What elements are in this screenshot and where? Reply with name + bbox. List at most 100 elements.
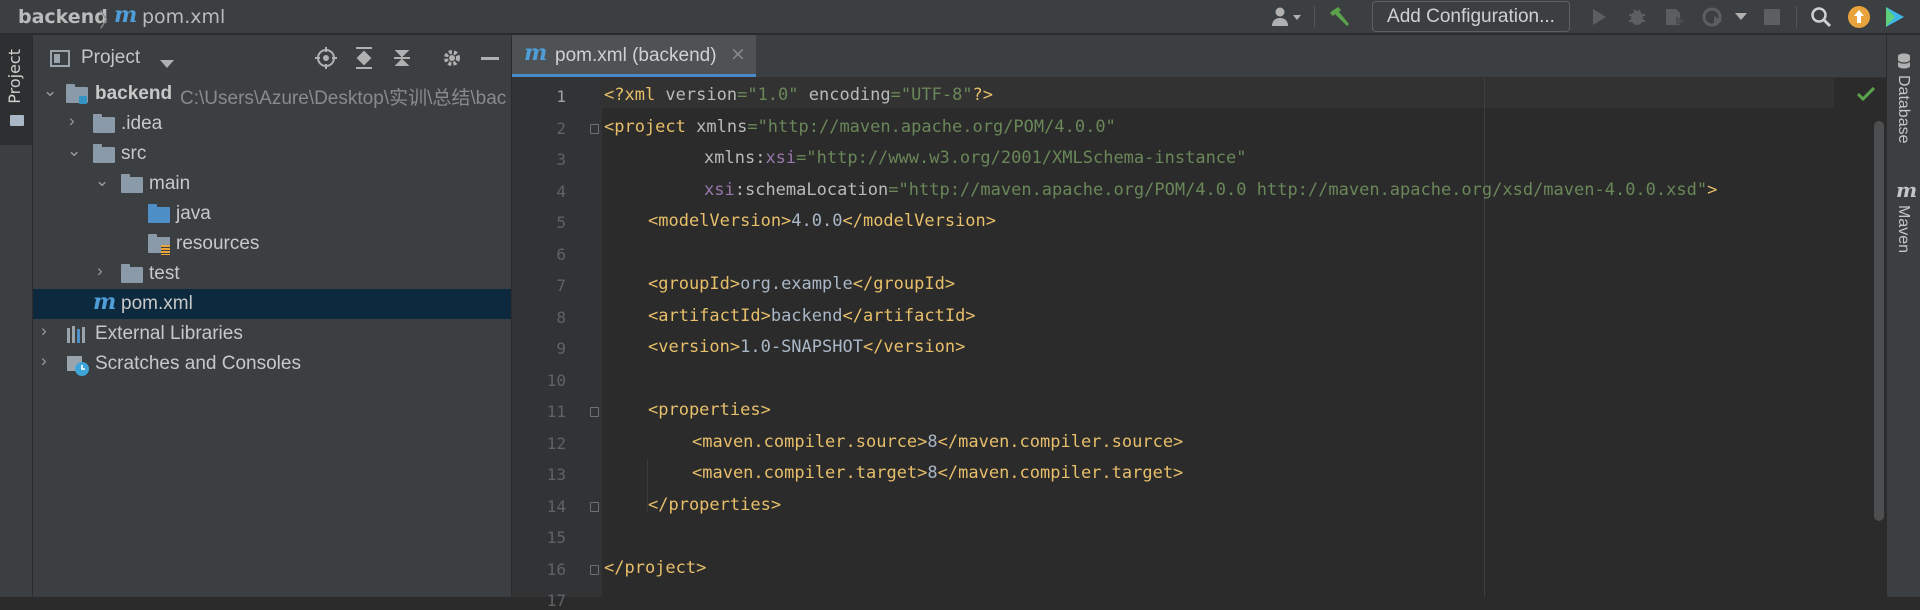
hide-panel-icon[interactable] <box>481 57 499 60</box>
add-configuration-button[interactable]: Add Configuration... <box>1372 1 1570 32</box>
tree-item-external-libraries[interactable]: › External Libraries <box>33 319 511 349</box>
tree-item-backend[interactable]: ⌄ backend C:\Users\Azure\Desktop\实训\总结\b… <box>33 79 511 109</box>
project-tool-window-button[interactable]: Project <box>0 35 32 145</box>
project-panel-title[interactable]: Project <box>81 47 140 69</box>
code-line[interactable]: <maven.compiler.source>8</maven.compiler… <box>692 432 1183 452</box>
tree-item-label: src <box>121 143 147 164</box>
stop-icon[interactable] <box>1760 5 1784 29</box>
tree-item-test[interactable]: › test <box>33 259 511 289</box>
xml-tag: </groupId> <box>852 274 956 294</box>
chevron-down-icon[interactable] <box>1732 5 1750 29</box>
toolbar-separator <box>1314 6 1315 28</box>
fold-marker-icon[interactable] <box>590 565 599 575</box>
code-line[interactable]: <properties> <box>648 400 771 420</box>
editor: m pom.xml (backend) × 1 2 3 4 5 6 7 8 9 … <box>512 35 1886 610</box>
chevron-down-icon[interactable]: ⌄ <box>43 81 57 101</box>
xml-operator: = <box>737 85 748 105</box>
xml-tag: <maven.compiler.target> <box>692 463 928 483</box>
code-line[interactable]: </properties> <box>648 495 781 515</box>
code-line[interactable]: <project xmlns="http://maven.apache.org/… <box>604 117 1116 137</box>
code-line[interactable]: <maven.compiler.target>8</maven.compiler… <box>692 463 1183 483</box>
locate-icon[interactable] <box>314 46 338 74</box>
xml-namespace: xsi <box>704 180 735 200</box>
chevron-down-icon[interactable] <box>160 54 174 73</box>
xml-tag: <groupId> <box>648 274 741 294</box>
code-line[interactable]: <version>1.0-SNAPSHOT</version> <box>648 337 965 357</box>
tree-item-label: resources <box>176 233 260 254</box>
database-tool-button[interactable]: Database <box>1894 75 1912 144</box>
code-line[interactable]: <groupId>org.example</groupId> <box>648 274 955 294</box>
maven-tool-button[interactable]: Maven <box>1894 205 1912 253</box>
folder-icon <box>10 115 24 126</box>
line-number: 6 <box>556 245 566 264</box>
xml-operator: : <box>734 180 745 200</box>
xml-tag: <maven.compiler.source> <box>692 432 928 452</box>
tree-item-pom[interactable]: m pom.xml <box>33 289 511 319</box>
tree-item-label: main <box>149 173 191 194</box>
chevron-down-icon[interactable]: ⌄ <box>67 141 81 161</box>
editor-tab-bar: m pom.xml (backend) × <box>512 35 1886 78</box>
chevron-right-icon[interactable]: › <box>97 261 103 281</box>
fold-marker-icon[interactable] <box>590 502 599 512</box>
chevron-right-icon[interactable]: › <box>41 321 47 341</box>
tree-item-java[interactable]: java <box>33 199 511 229</box>
tab-pom-xml[interactable]: m pom.xml (backend) × <box>512 35 756 77</box>
coverage-icon[interactable] <box>1662 5 1688 29</box>
folder-icon <box>121 264 143 283</box>
hammer-icon[interactable] <box>1326 5 1356 29</box>
breadcrumb-file[interactable]: pom.xml <box>142 6 225 28</box>
xml-attribute-value: "http://www.w3.org/2001/XMLSchema-instan… <box>806 148 1247 168</box>
profile-icon[interactable] <box>1700 5 1726 29</box>
update-icon[interactable] <box>1846 5 1872 29</box>
code-line[interactable]: xsi:schemaLocation="http://maven.apache.… <box>704 180 1717 200</box>
code-line[interactable]: <artifactId>backend</artifactId> <box>648 306 976 326</box>
tree-item-label: .idea <box>121 113 163 134</box>
code-line[interactable]: <?xml version="1.0" encoding="UTF-8"?> <box>604 85 993 105</box>
toolbar-separator <box>1796 6 1797 28</box>
checkmark-icon[interactable] <box>1856 85 1876 106</box>
collapse-all-icon[interactable] <box>391 46 413 74</box>
tab-label: pom.xml (backend) <box>555 45 717 66</box>
breadcrumb-project[interactable]: backend <box>18 6 108 28</box>
run-icon[interactable] <box>1586 5 1612 29</box>
tree-item-scratches[interactable]: › Scratches and Consoles <box>33 349 511 379</box>
chevron-right-icon[interactable]: › <box>69 111 75 131</box>
chevron-right-icon[interactable]: › <box>41 351 47 371</box>
xml-attribute: encoding <box>798 85 891 105</box>
xml-attribute-value: "http://maven.apache.org/POM/4.0.0" <box>757 117 1116 137</box>
tree-item-idea[interactable]: › .idea <box>33 109 511 139</box>
line-number: 5 <box>556 213 566 232</box>
line-number: 12 <box>546 434 566 453</box>
toolbox-icon[interactable] <box>1882 5 1908 29</box>
gear-icon[interactable] <box>441 47 463 73</box>
code-line[interactable]: <modelVersion>4.0.0</modelVersion> <box>648 211 996 231</box>
code-line[interactable]: xmlns:xsi="http://www.w3.org/2001/XMLSch… <box>704 148 1247 168</box>
tree-item-main[interactable]: ⌄ main <box>33 169 511 199</box>
code-line[interactable]: </project> <box>604 558 706 578</box>
search-icon[interactable] <box>1808 5 1834 29</box>
xml-tag: <modelVersion> <box>648 211 792 231</box>
close-icon[interactable]: × <box>730 43 746 65</box>
line-number: 10 <box>546 371 566 390</box>
fold-marker-icon[interactable] <box>590 407 599 417</box>
navigation-bar: backend 〉 m pom.xml Add Configuration... <box>0 0 1920 34</box>
line-number: 13 <box>546 465 566 484</box>
tree-item-resources[interactable]: resources <box>33 229 511 259</box>
xml-declaration: <?xml <box>604 85 666 105</box>
vertical-scrollbar[interactable] <box>1874 121 1884 521</box>
expand-all-icon[interactable] <box>353 46 375 74</box>
chevron-down-icon[interactable]: ⌄ <box>95 171 109 191</box>
module-marker-icon <box>79 96 87 104</box>
tree-item-src[interactable]: ⌄ src <box>33 139 511 169</box>
line-number: 7 <box>556 276 566 295</box>
xml-attribute: schemaLocation <box>744 180 889 200</box>
libraries-icon <box>66 326 88 350</box>
xml-text: backend <box>770 306 843 326</box>
xml-tag: <version> <box>648 337 741 357</box>
debug-icon[interactable] <box>1624 5 1650 29</box>
xml-text: 8 <box>927 432 938 452</box>
user-icon[interactable] <box>1268 5 1308 29</box>
xml-tag: <project <box>604 117 686 137</box>
xml-tag: > <box>1707 180 1718 200</box>
fold-marker-icon[interactable] <box>590 124 599 134</box>
